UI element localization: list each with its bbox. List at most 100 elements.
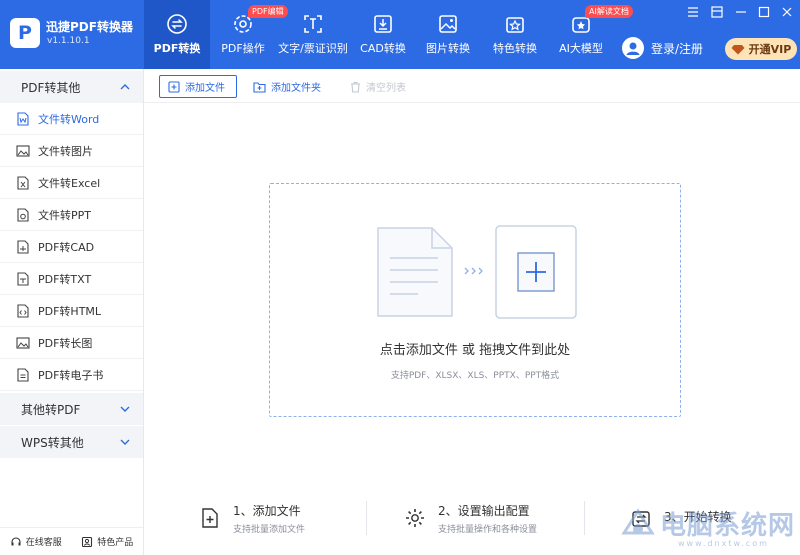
sidebar-item-to-cad[interactable]: PDF转CAD	[0, 231, 143, 263]
long-image-icon	[16, 336, 30, 349]
skin-icon[interactable]	[710, 5, 724, 19]
sidebar-item-to-image[interactable]: 文件转图片	[0, 135, 143, 167]
ppt-icon	[17, 207, 29, 222]
scan-icon	[304, 15, 322, 33]
sidebar-item-to-ppt[interactable]: 文件转PPT	[0, 199, 143, 231]
product-icon	[82, 536, 93, 547]
add-file-icon	[168, 80, 180, 93]
maximize-icon[interactable]	[757, 5, 771, 19]
html-icon	[17, 303, 29, 318]
sidebar-item-label: 文件转Excel	[38, 176, 101, 190]
sidebar-item-to-ebook[interactable]: PDF转电子书	[0, 359, 143, 391]
step-subtitle: 支持批量添加文件	[233, 524, 306, 535]
group-pdf-to-other[interactable]: PDF转其他	[0, 71, 143, 103]
online-service-label: 在线客服	[25, 538, 62, 548]
login-label: 登录/注册	[651, 41, 704, 56]
add-placeholder-icon[interactable]	[495, 225, 577, 319]
sidebar-item-label: 文件转图片	[38, 144, 93, 158]
ai-doc-badge: AI解读文档	[585, 5, 633, 18]
sidebar-item-label: 文件转Word	[38, 112, 100, 126]
tab-label: 特色转换	[493, 42, 537, 55]
minimize-icon[interactable]	[734, 5, 748, 19]
chevron-down-icon	[120, 439, 130, 445]
add-folder-icon	[253, 81, 266, 93]
sidebar-item-label: PDF转CAD	[38, 240, 95, 254]
sidebar-item-to-txt[interactable]: PDF转TXT	[0, 263, 143, 295]
menu-icon[interactable]	[686, 5, 700, 19]
clear-list-label: 清空列表	[366, 83, 406, 94]
document-icon	[377, 227, 453, 317]
tab-label: PDF操作	[221, 42, 265, 55]
sidebar-item-label: PDF转HTML	[38, 304, 102, 318]
add-file-button[interactable]: 添加文件	[159, 75, 237, 98]
chevron-down-icon	[120, 406, 130, 412]
vip-label: 开通VIP	[748, 43, 792, 56]
watermark: 电脑系统网 www.dnxtw.com	[620, 503, 798, 553]
add-folder-label: 添加文件夹	[271, 83, 321, 94]
featured-products-button[interactable]: 特色产品	[81, 535, 133, 548]
app-title: 迅捷PDF转换器	[46, 20, 133, 34]
sidebar: PDF转其他 文件转Word 文件转图片 文件转Excel 文件转PPT PDF…	[0, 69, 144, 555]
group-other-to-pdf[interactable]: 其他转PDF	[0, 393, 143, 425]
tab-feature[interactable]: 特色转换	[490, 0, 540, 69]
headset-icon	[11, 536, 21, 545]
divider	[584, 501, 585, 535]
drop-zone-formats: 支持PDF、XLSX、XLS、PPTX、PPT格式	[390, 371, 560, 381]
file-toolbar: 添加文件 添加文件夹 清空列表	[144, 69, 800, 103]
cad-icon	[374, 15, 392, 33]
clear-list-button[interactable]: 清空列表	[342, 75, 414, 98]
sidebar-item-to-html[interactable]: PDF转HTML	[0, 295, 143, 327]
login-button[interactable]: 登录/注册	[622, 37, 703, 59]
gear-icon	[406, 509, 424, 527]
tab-ocr[interactable]: 文字/票证识别	[276, 0, 350, 69]
watermark-text: 电脑系统网	[660, 511, 796, 541]
app-version: v1.1.10.1	[47, 36, 90, 46]
cad-icon	[17, 239, 29, 254]
featured-products-label: 特色产品	[97, 538, 134, 548]
arrows-icon	[464, 267, 483, 275]
add-file-icon	[202, 508, 218, 528]
tab-cad[interactable]: CAD转换	[356, 0, 410, 69]
sidebar-item-label: PDF转TXT	[38, 272, 92, 286]
add-file-label: 添加文件	[185, 83, 225, 94]
sidebar-item-to-word[interactable]: 文件转Word	[0, 103, 143, 135]
tab-label: 文字/票证识别	[278, 42, 348, 55]
user-icon	[626, 42, 640, 55]
diamond-icon	[731, 44, 745, 54]
sidebar-item-label: 文件转PPT	[38, 208, 91, 222]
add-folder-button[interactable]: 添加文件夹	[245, 75, 329, 98]
ebook-icon	[17, 367, 29, 382]
sidebar-item-to-excel[interactable]: 文件转Excel	[0, 167, 143, 199]
tab-label: PDF转换	[153, 42, 201, 55]
tab-label: CAD转换	[360, 42, 406, 55]
convert-icon	[167, 14, 187, 34]
sidebar-item-label: PDF转长图	[38, 336, 93, 350]
watermark-logo-icon	[621, 508, 655, 535]
group-label: 其他转PDF	[21, 402, 81, 417]
online-service-button[interactable]: 在线客服	[10, 535, 62, 548]
divider	[366, 501, 367, 535]
step-output-settings: 2、设置输出配置 支持批量操作和各种设置	[404, 493, 537, 543]
sidebar-item-to-long-image[interactable]: PDF转长图	[0, 327, 143, 359]
vip-button[interactable]: 开通VIP	[725, 38, 797, 60]
image-icon	[439, 15, 457, 33]
top-bar: P 迅捷PDF转换器 v1.1.10.1 PDF转换 PDF操作 PDF编辑 文…	[0, 0, 800, 69]
feature-icon	[506, 17, 524, 33]
step-subtitle: 支持批量操作和各种设置	[438, 524, 538, 535]
tab-label: AI大模型	[559, 42, 603, 55]
watermark-url: www.dnxtw.com	[678, 539, 769, 548]
tab-pdf-convert[interactable]: PDF转换	[144, 0, 210, 69]
sidebar-item-label: PDF转电子书	[38, 368, 104, 382]
trash-icon	[351, 81, 360, 93]
tab-image[interactable]: 图片转换	[422, 0, 474, 69]
group-label: WPS转其他	[21, 435, 84, 450]
drop-zone-title: 点击添加文件 或 拖拽文件到此处	[379, 343, 571, 358]
image-icon	[16, 144, 30, 157]
file-drop-zone[interactable]: 点击添加文件 或 拖拽文件到此处 支持PDF、XLSX、XLS、PPTX、PPT…	[269, 183, 681, 417]
close-icon[interactable]	[780, 5, 794, 19]
group-label: PDF转其他	[21, 80, 81, 95]
chevron-up-icon	[120, 84, 130, 90]
group-wps-to-other[interactable]: WPS转其他	[0, 426, 143, 458]
txt-icon	[17, 271, 29, 286]
word-icon	[17, 111, 29, 126]
